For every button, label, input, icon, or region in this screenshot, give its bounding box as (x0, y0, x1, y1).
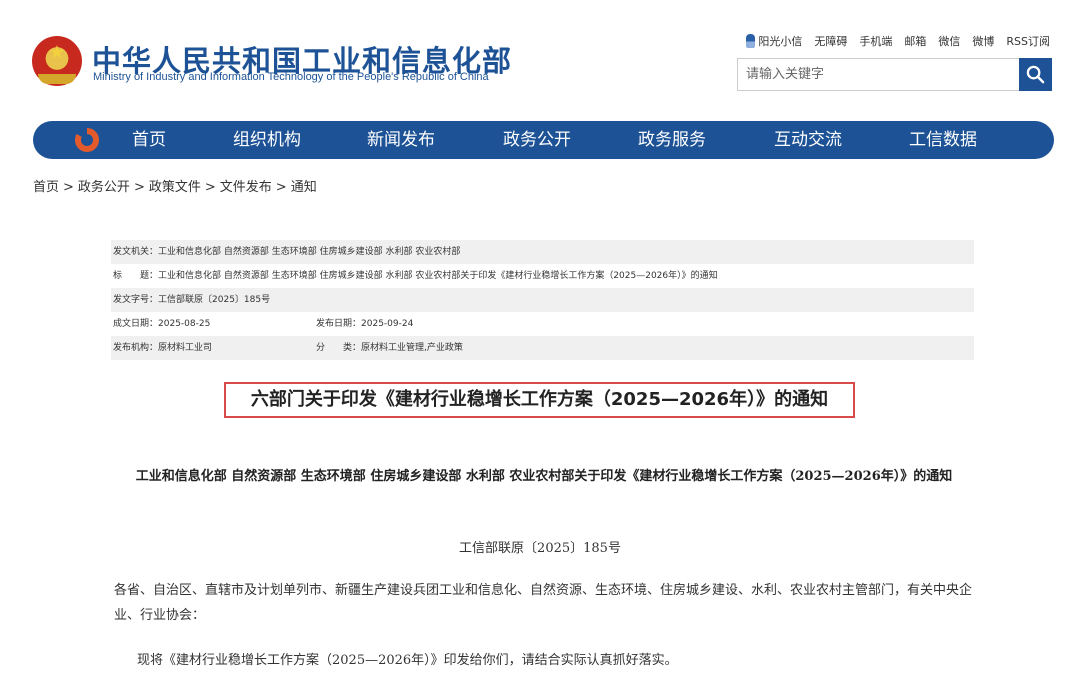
search-icon (1026, 65, 1045, 84)
toplink-wechat[interactable]: 微信 (938, 33, 960, 49)
toplink-mailbox[interactable]: 邮箱 (904, 33, 926, 49)
breadcrumb-separator: > (204, 180, 216, 195)
document-info-table: 发文机关：工业和信息化部 自然资源部 生态环境部 住房城乡建设部 水利部 农业农… (111, 240, 974, 360)
document-paragraph: 各省、自治区、直辖市及计划单列市、新疆生产建设兵团工业和信息化、自然资源、生态环… (114, 583, 973, 623)
info-row-org: 发布机构：原材料工业司 分 类：原材料工业管理,产业政策 (111, 336, 974, 360)
nav-gov-affairs[interactable]: 政务公开 (503, 121, 571, 159)
info-label: 发文字号： (113, 295, 159, 305)
top-links: 阳光小信 无障碍 手机端 邮箱 微信 微博 RSS订阅 (746, 33, 1050, 49)
nav-organization[interactable]: 组织机构 (233, 121, 301, 159)
info-value: 工信部联原〔2025〕185号 (158, 295, 271, 305)
sunshine-mascot-icon (746, 34, 756, 48)
nav-news[interactable]: 新闻发布 (367, 121, 435, 159)
info-value: 2025-08-25 (158, 319, 211, 329)
info-label: 发布机构： (113, 343, 159, 353)
info-label: 成文日期： (113, 319, 159, 329)
search-input[interactable] (738, 59, 1024, 90)
info-value: 原材料工业管理,产业政策 (361, 343, 463, 353)
nav-home[interactable]: 首页 (132, 121, 166, 159)
breadcrumb-separator: > (275, 180, 287, 195)
breadcrumb: 首页 > 政务公开 > 政策文件 > 文件发布 > 通知 (33, 176, 317, 195)
document-number: 工信部联原〔2025〕185号 (459, 541, 621, 556)
breadcrumb-doc-release[interactable]: 文件发布 (220, 176, 272, 195)
nav-data[interactable]: 工信数据 (909, 121, 977, 159)
document-paragraph: 现将《建材行业稳增长工作方案（2025—2026年）》印发给你们，请结合实际认真… (137, 653, 678, 668)
info-label: 发文机关： (113, 247, 159, 257)
info-value: 工业和信息化部 自然资源部 生态环境部 住房城乡建设部 水利部 农业农村部关于印… (158, 271, 718, 281)
breadcrumb-home[interactable]: 首页 (33, 176, 59, 195)
info-label: 标 题： (113, 271, 159, 281)
toplink-mobile[interactable]: 手机端 (859, 33, 892, 49)
breadcrumb-notice[interactable]: 通知 (291, 176, 317, 195)
article-title: 六部门关于印发《建材行业稳增长工作方案（2025—2026年）》的通知 (224, 382, 855, 418)
toplink-accessibility[interactable]: 无障碍 (814, 33, 847, 49)
site-subtitle: Ministry of Industry and Information Tec… (93, 71, 489, 83)
toplink-sunshine[interactable]: 阳光小信 (746, 33, 802, 49)
info-label: 分 类： (316, 343, 362, 353)
breadcrumb-separator: > (133, 180, 145, 195)
document-heading: 工业和信息化部 自然资源部 生态环境部 住房城乡建设部 水利部 农业农村部关于印… (135, 469, 953, 484)
info-value: 2025-09-24 (361, 319, 414, 329)
search-button[interactable] (1019, 58, 1052, 91)
info-row-docno: 发文字号：工信部联原〔2025〕185号 (111, 288, 974, 312)
info-row-dates: 成文日期：2025-08-25 发布日期：2025-09-24 (111, 312, 974, 336)
info-value: 原材料工业司 (158, 343, 213, 353)
nav-gov-services[interactable]: 政务服务 (638, 121, 706, 159)
info-row-issuer: 发文机关：工业和信息化部 自然资源部 生态环境部 住房城乡建设部 水利部 农业农… (111, 240, 974, 264)
breadcrumb-policy-docs[interactable]: 政策文件 (149, 176, 201, 195)
breadcrumb-gov-affairs[interactable]: 政务公开 (78, 176, 130, 195)
search-box (737, 58, 1052, 91)
toplink-rss[interactable]: RSS订阅 (1006, 33, 1050, 49)
nav-interaction[interactable]: 互动交流 (774, 121, 842, 159)
toplink-label: 阳光小信 (758, 35, 803, 48)
info-label: 发布日期： (316, 319, 362, 329)
toplink-weibo[interactable]: 微博 (972, 33, 994, 49)
national-emblem-icon: ★ (32, 36, 82, 86)
info-value: 工业和信息化部 自然资源部 生态环境部 住房城乡建设部 水利部 农业农村部 (158, 247, 461, 257)
main-nav: 首页 组织机构 新闻发布 政务公开 政务服务 互动交流 工信数据 (33, 121, 1054, 159)
nav-logo-icon (75, 128, 99, 152)
breadcrumb-separator: > (63, 180, 74, 195)
info-row-title: 标 题：工业和信息化部 自然资源部 生态环境部 住房城乡建设部 水利部 农业农村… (111, 264, 974, 288)
